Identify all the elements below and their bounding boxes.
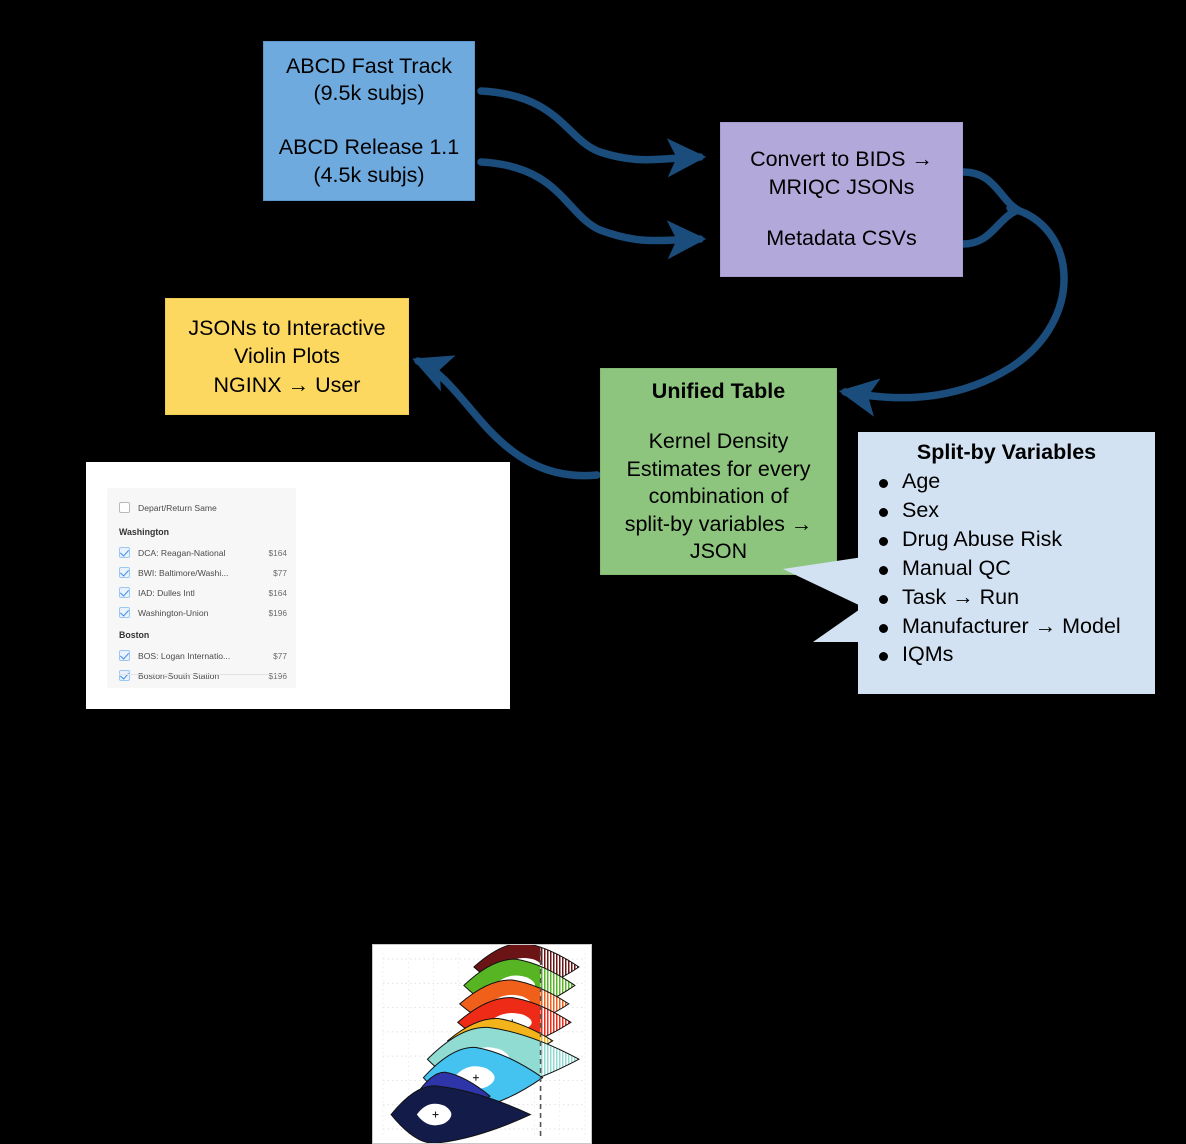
list-item-price: $164 bbox=[268, 547, 287, 558]
unified-line2: Estimates for every bbox=[626, 456, 811, 481]
list-item[interactable]: Washington-Union $196 bbox=[119, 607, 287, 618]
list-item-price: $77 bbox=[273, 650, 287, 661]
splitby-item: Sex bbox=[879, 496, 1155, 525]
arrow-release-to-convert bbox=[477, 158, 707, 260]
list-item-label: BWI: Baltimore/Washi... bbox=[138, 567, 229, 578]
arrow-convert-loop-lower bbox=[959, 206, 1022, 248]
splitby-item: Age bbox=[879, 467, 1155, 496]
splitby-list: Age Sex Drug Abuse Risk Manual QC Task →… bbox=[858, 467, 1155, 669]
list-item-price: $77 bbox=[273, 567, 287, 578]
unified-table-box: Unified Table Kernel Density Estimates f… bbox=[600, 368, 837, 575]
app-screenshot-inset: Depart/Return Same Washington DCA: Reaga… bbox=[86, 462, 592, 1144]
unified-line1: Kernel Density bbox=[648, 429, 789, 453]
list-item-price: $196 bbox=[268, 607, 287, 618]
list-item-price: $196 bbox=[268, 670, 287, 681]
sources-fasttrack-line2: (9.5k subjs) bbox=[313, 81, 425, 106]
output-text-group: JSONs to Interactive Violin Plots NGINX … bbox=[188, 314, 385, 399]
sources-fasttrack-line1: ABCD Fast Track bbox=[285, 53, 453, 78]
output-box: JSONs to Interactive Violin Plots NGINX … bbox=[165, 298, 409, 415]
list-item-label: Washington-Union bbox=[138, 607, 209, 618]
sources-box: ABCD Fast Track (9.5k subjs) ABCD Releas… bbox=[263, 41, 475, 201]
list-item[interactable]: IAD: Dulles Intl $164 bbox=[119, 587, 287, 598]
checkbox-label: Depart/Return Same bbox=[138, 502, 217, 513]
output-line3: NGINX → User bbox=[213, 372, 361, 397]
panel-divider bbox=[119, 674, 285, 675]
convert-line2: MRIQC JSONs bbox=[768, 174, 915, 199]
splitby-item: IQMs bbox=[879, 640, 1155, 669]
unified-line4: split-by variables → bbox=[624, 511, 813, 536]
checkbox-icon[interactable] bbox=[119, 650, 130, 661]
list-item[interactable]: Boston-South Station $196 bbox=[119, 670, 287, 681]
splitby-item: Manufacturer → Model bbox=[879, 612, 1155, 641]
convert-box: Convert to BIDS → MRIQC JSONs Metadata C… bbox=[720, 122, 963, 277]
splitby-item: Task → Run bbox=[879, 583, 1155, 612]
checkbox-icon[interactable] bbox=[119, 587, 130, 598]
arrow-unified-to-output bbox=[412, 355, 601, 480]
checkbox-icon[interactable] bbox=[119, 567, 130, 578]
splitby-item: Drug Abuse Risk bbox=[879, 525, 1155, 554]
splitby-title: Split-by Variables bbox=[916, 440, 1097, 464]
list-item-label: DCA: Reagan-National bbox=[138, 547, 226, 558]
sources-release-line1: ABCD Release 1.1 bbox=[278, 135, 460, 159]
list-item[interactable]: BWI: Baltimore/Washi... $77 bbox=[119, 567, 287, 578]
list-item[interactable]: BOS: Logan Internatio... $77 bbox=[119, 650, 287, 661]
splitby-item: Manual QC bbox=[879, 554, 1155, 583]
output-line2: Violin Plots bbox=[234, 344, 340, 369]
list-item[interactable]: DCA: Reagan-National $164 bbox=[119, 547, 287, 558]
list-item-label: Boston-South Station bbox=[138, 670, 220, 681]
arrow-fasttrack-to-convert bbox=[477, 87, 707, 178]
unified-table-title: Unified Table bbox=[651, 379, 786, 403]
diagram-canvas: ABCD Fast Track (9.5k subjs) ABCD Releas… bbox=[0, 0, 1186, 1144]
convert-bids-group: Convert to BIDS → MRIQC JSONs bbox=[750, 146, 933, 201]
group-header-boston: Boston bbox=[119, 630, 150, 640]
group-header-washington: Washington bbox=[119, 527, 170, 537]
checkbox-icon[interactable] bbox=[119, 607, 130, 618]
sources-fasttrack-group: ABCD Fast Track (9.5k subjs) bbox=[286, 53, 452, 108]
sources-release-group: ABCD Release 1.1 (4.5k subjs) bbox=[279, 134, 459, 189]
list-item-label: IAD: Dulles Intl bbox=[138, 587, 195, 598]
list-item-label: BOS: Logan Internatio... bbox=[138, 650, 231, 661]
violin-plot-svg bbox=[382, 945, 586, 1143]
list-item-price: $164 bbox=[268, 587, 287, 598]
unified-table-body: Kernel Density Estimates for every combi… bbox=[625, 428, 813, 566]
convert-metadata-group: Metadata CSVs bbox=[766, 225, 917, 253]
filter-panel: Depart/Return Same Washington DCA: Reaga… bbox=[107, 488, 296, 688]
callout-tail bbox=[783, 557, 863, 642]
checkbox-icon[interactable] bbox=[119, 502, 130, 513]
sources-release-line2: (4.5k subjs) bbox=[313, 162, 425, 187]
output-line1: JSONs to Interactive bbox=[188, 315, 386, 340]
arrow-convert-loop-upper bbox=[959, 168, 1022, 214]
violin-plot[interactable] bbox=[372, 944, 592, 1144]
depart-return-same-row[interactable]: Depart/Return Same bbox=[119, 502, 287, 513]
convert-line3: Metadata CSVs bbox=[766, 226, 917, 251]
unified-line3: combination of bbox=[648, 484, 789, 509]
convert-line1: Convert to BIDS → bbox=[750, 147, 933, 172]
checkbox-icon[interactable] bbox=[119, 670, 130, 681]
checkbox-icon[interactable] bbox=[119, 547, 130, 558]
splitby-box: Split-by Variables Age Sex Drug Abuse Ri… bbox=[858, 432, 1155, 694]
